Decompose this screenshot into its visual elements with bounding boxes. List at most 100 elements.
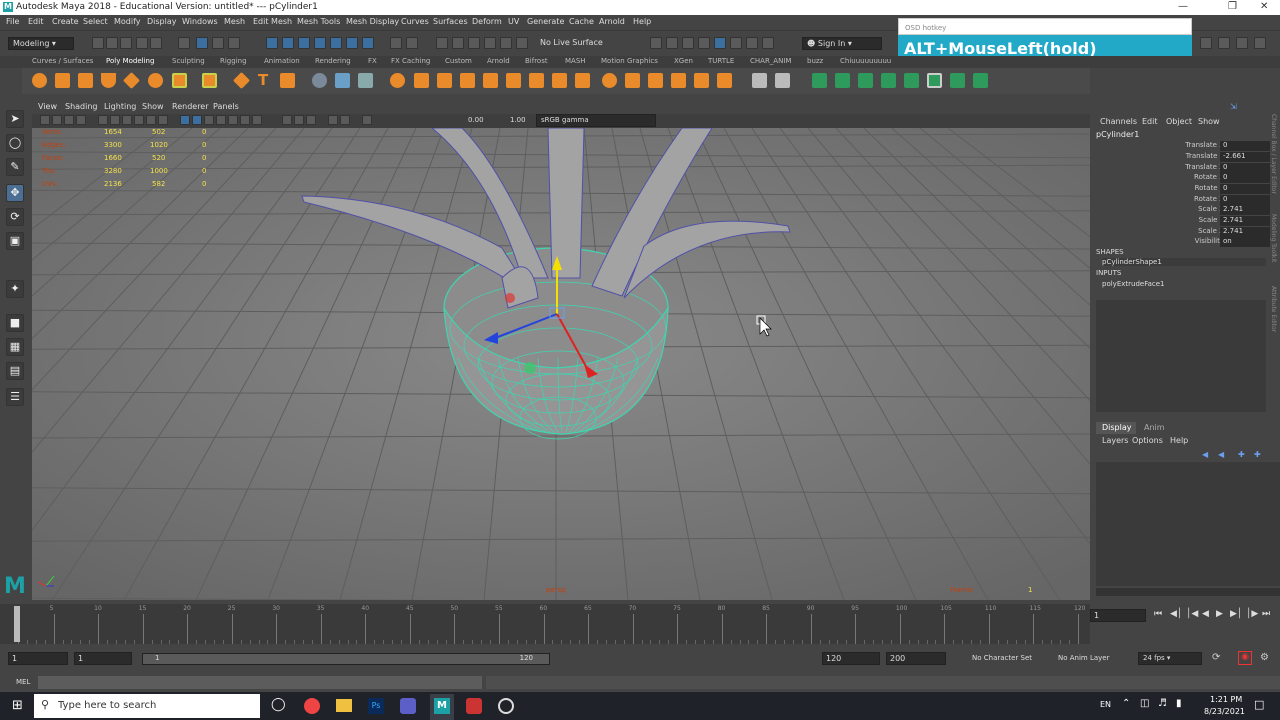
smooth-shade-icon[interactable] — [192, 115, 202, 125]
maximize-icon[interactable]: ❐ — [1228, 1, 1237, 12]
shelf-tab[interactable]: buzz — [807, 57, 823, 65]
side-tab-modeling-toolkit[interactable]: Modeling Toolkit — [1270, 214, 1277, 274]
select-tool-icon[interactable]: ➤ — [6, 110, 24, 128]
snap-vertex-icon[interactable] — [362, 37, 374, 49]
anim-tab[interactable]: Anim — [1144, 423, 1165, 432]
antialias-icon[interactable] — [294, 115, 304, 125]
uv-sew-icon[interactable] — [904, 73, 919, 88]
loop-icon[interactable]: ⟳ — [1212, 652, 1220, 663]
make-hole-icon[interactable] — [529, 73, 544, 88]
display-tab[interactable]: Display — [1096, 422, 1136, 434]
modeling-toolkit-icon[interactable] — [1236, 37, 1248, 49]
save-scene-icon[interactable] — [120, 37, 132, 49]
wireframe-on-shaded-icon[interactable] — [204, 115, 214, 125]
scale-tool-icon[interactable]: ▣ — [6, 232, 24, 250]
menu-mesh[interactable]: Mesh — [224, 17, 245, 26]
type-tool-icon[interactable]: T — [258, 73, 273, 88]
move-layer-down-icon[interactable]: ◀ — [1218, 450, 1224, 459]
outliner-persp-icon[interactable]: ▤ — [6, 362, 24, 380]
wireframe-icon[interactable] — [180, 115, 190, 125]
mirror-icon[interactable] — [602, 73, 617, 88]
fps-dropdown[interactable]: 24 fps ▾ — [1138, 652, 1202, 665]
redo-icon[interactable] — [150, 37, 162, 49]
connect-icon[interactable] — [671, 73, 686, 88]
playback-end-field[interactable]: 120 — [822, 652, 880, 665]
sign-in-button[interactable]: ☻ Sign In ▾ — [802, 37, 882, 50]
outliner-icon[interactable]: ☰ — [6, 388, 24, 406]
platonic-solid-icon[interactable] — [202, 73, 217, 88]
step-forward-frame-icon[interactable]: ▶│ — [1230, 609, 1242, 619]
poly-disc-icon[interactable] — [172, 73, 187, 88]
panel-menu-renderer[interactable]: Renderer — [172, 102, 209, 111]
input-node[interactable]: polyExtrudeFace1 — [1102, 280, 1164, 288]
shelf-tab[interactable]: MASH — [565, 57, 586, 65]
menu-help[interactable]: Help — [633, 17, 651, 26]
attribute-editor-icon[interactable] — [1254, 37, 1266, 49]
end-time-field[interactable]: 200 — [886, 652, 946, 665]
magnet-icon[interactable] — [484, 37, 496, 49]
tray-arrow-icon[interactable]: ⌃ — [1122, 698, 1130, 709]
menu-cache[interactable]: Cache — [569, 17, 594, 26]
menu-mesh-tools[interactable]: Mesh Tools — [297, 17, 340, 26]
show-menu[interactable]: Show — [1198, 117, 1220, 126]
layers-menu[interactable]: Layers — [1102, 436, 1128, 445]
bookmarks-icon[interactable] — [64, 115, 74, 125]
snap-surface-icon[interactable] — [330, 37, 342, 49]
lights-icon[interactable] — [228, 115, 238, 125]
new-scene-icon[interactable] — [92, 37, 104, 49]
uv-layout-icon[interactable] — [950, 73, 965, 88]
menu-curves[interactable]: Curves — [401, 17, 429, 26]
attr-value[interactable]: 2.741 — [1220, 227, 1270, 237]
shelf-tab[interactable]: CHAR_ANIM — [750, 57, 791, 65]
attr-scale-z[interactable]: Scale Z 2.741 — [1092, 227, 1280, 237]
snap-view-icon[interactable] — [314, 37, 326, 49]
minimize-icon[interactable]: — — [1178, 1, 1188, 12]
channel-box-toggle-icon[interactable]: ⇲ — [1230, 102, 1237, 111]
new-layer-icon[interactable]: ✚ — [1238, 450, 1245, 459]
ipr-render-icon[interactable] — [682, 37, 694, 49]
attr-value[interactable]: 0 — [1220, 195, 1270, 205]
poly-sphere-icon[interactable] — [32, 73, 47, 88]
attr-scale-x[interactable]: Scale X 2.741 — [1092, 205, 1280, 215]
resolution-gate-icon[interactable] — [122, 115, 132, 125]
uv-auto-icon[interactable] — [858, 73, 873, 88]
ambient-occlusion-icon[interactable] — [282, 115, 292, 125]
shelf-tab[interactable]: Rigging — [220, 57, 247, 65]
uv-straighten-icon[interactable] — [973, 73, 988, 88]
attr-visibility[interactable]: Visibility on — [1092, 237, 1280, 247]
gate-mask-icon[interactable] — [134, 115, 144, 125]
isolate-select-icon[interactable] — [328, 115, 338, 125]
current-frame-field[interactable]: 1 — [1090, 609, 1146, 622]
edit-menu[interactable]: Edit — [1142, 117, 1158, 126]
attr-scale-y[interactable]: Scale Y 2.741 — [1092, 216, 1280, 226]
channels-menu[interactable]: Channels — [1100, 117, 1137, 126]
play-backwards-icon[interactable]: ◀ — [1202, 609, 1209, 619]
xray-joints-icon[interactable] — [340, 115, 350, 125]
character-set-field[interactable]: No Character Set — [972, 654, 1032, 662]
relax-icon[interactable] — [775, 73, 790, 88]
shelf-tab[interactable]: Sculpting — [172, 57, 205, 65]
menu-edit-mesh[interactable]: Edit Mesh — [253, 17, 292, 26]
four-view-icon[interactable]: ▦ — [6, 338, 24, 356]
camera-attributes-icon[interactable] — [52, 115, 62, 125]
photoshop-icon[interactable]: Ps — [368, 698, 384, 714]
start-time-field[interactable]: 1 — [8, 652, 68, 665]
windows-start-icon[interactable]: ⊞ — [12, 698, 23, 713]
append-icon[interactable] — [483, 73, 498, 88]
uv-editor-icon[interactable] — [812, 73, 827, 88]
go-to-start-icon[interactable]: ⏮ — [1154, 609, 1162, 619]
mode-dropdown[interactable]: Modeling ▾ — [8, 37, 74, 50]
paint-select-icon[interactable]: ✎ — [6, 158, 24, 176]
single-view-icon[interactable]: ■ — [6, 314, 24, 332]
undo-icon[interactable] — [136, 37, 148, 49]
go-to-end-icon[interactable]: ⏭ — [1262, 609, 1270, 619]
select-component-icon[interactable] — [212, 37, 224, 49]
shape-node[interactable]: pCylinderShape1 — [1102, 258, 1266, 266]
shelf-tab[interactable]: Curves / Surfaces — [32, 57, 93, 65]
shelf-tab[interactable]: FX — [368, 57, 377, 65]
panel-menu-shading[interactable]: Shading — [65, 102, 98, 111]
symmetry-icon[interactable] — [436, 37, 448, 49]
toggle-panel-icon[interactable] — [1218, 37, 1230, 49]
shelf-tab-active[interactable]: Poly Modeling — [106, 57, 154, 65]
color-space-dropdown[interactable]: sRGB gamma — [536, 114, 656, 127]
